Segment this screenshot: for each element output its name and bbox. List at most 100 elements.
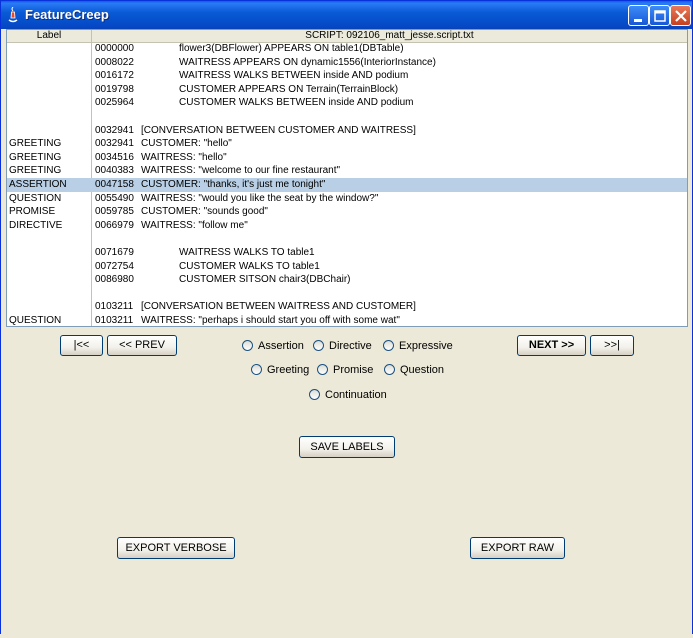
maximize-icon [654, 10, 666, 22]
row-label: PROMISE [9, 206, 56, 218]
row-text: WAITRESS: "perhaps i should start you of… [141, 314, 400, 326]
last-button[interactable]: >>| [590, 335, 634, 356]
radio-dot [313, 340, 324, 351]
table-row[interactable]: 0072754 CUSTOMER WALKS TO table1 [7, 260, 687, 274]
prev-button[interactable]: << PREV [107, 335, 177, 356]
radio-expressive[interactable]: Expressive [383, 338, 453, 354]
export-raw-button[interactable]: EXPORT RAW [470, 537, 565, 559]
table-row[interactable]: 0019798 CUSTOMER APPEARS ON Terrain(Terra… [7, 83, 687, 97]
table-row[interactable]: 0032941 [CONVERSATION BETWEEN CUSTOMER AN… [7, 124, 687, 138]
row-text: CUSTOMER: "sounds good" [141, 206, 268, 218]
row-label: GREETING [9, 165, 62, 177]
table-row[interactable]: ASSERTION 0047158 CUSTOMER: "thanks, it's … [7, 177, 687, 192]
radio-assertion[interactable]: Assertion [242, 338, 304, 354]
row-label: QUESTION [9, 314, 62, 326]
row-timestamp: 0086980 [95, 274, 134, 286]
row-timestamp: 0047158 [95, 178, 134, 190]
row-timestamp: 0025964 [95, 97, 134, 109]
table-row[interactable]: GREETING 0040383 WAITRESS: "welcome to our… [7, 164, 687, 178]
row-timestamp: 0008022 [95, 56, 134, 68]
row-timestamp: 0034516 [95, 151, 134, 163]
radio-greeting[interactable]: Greeting [251, 362, 309, 378]
row-text: WAITRESS: "follow me" [141, 219, 248, 231]
row-timestamp: 0072754 [95, 260, 134, 272]
table-row[interactable]: QUESTION 0055490 WAITRESS: "would you like… [7, 192, 687, 206]
row-text: WAITRESS: "hello" [141, 151, 227, 163]
radio-dot [317, 364, 328, 375]
java-app-icon [6, 6, 20, 23]
radio-promise-label: Promise [333, 364, 374, 376]
radio-directive[interactable]: Directive [313, 338, 372, 354]
close-button[interactable] [670, 5, 691, 26]
row-text: CUSTOMER APPEARS ON Terrain(TerrainBlock… [179, 83, 399, 95]
table-row[interactable]: GREETING 0032941 CUSTOMER: "hello" [7, 137, 687, 151]
table-row[interactable]: 0071679 WAITRESS WALKS TO table1 [7, 246, 687, 260]
row-text: WAITRESS WALKS TO table1 [179, 246, 315, 258]
minimize-button[interactable] [628, 5, 649, 26]
maximize-button[interactable] [649, 5, 670, 26]
radio-directive-label: Directive [329, 340, 372, 352]
radio-question[interactable]: Question [384, 362, 444, 378]
table-row[interactable]: 0025964 CUSTOMER WALKS BETWEEN inside AND… [7, 96, 687, 110]
table-row[interactable]: 0103211 [CONVERSATION BETWEEN WAITRESS AN… [7, 300, 687, 314]
header-script[interactable]: SCRIPT: 092106_matt_jesse.script.txt [92, 30, 687, 42]
radio-continuation[interactable]: Continuation [309, 387, 387, 403]
header-label[interactable]: Label [7, 30, 92, 42]
row-timestamp: 0032941 [95, 138, 134, 150]
table-row[interactable]: 0008022 WAITRESS APPEARS ON dynamic1556(I… [7, 56, 687, 70]
first-button[interactable]: |<< [60, 335, 103, 356]
radio-dot [384, 364, 395, 375]
row-timestamp: 0071679 [95, 246, 134, 258]
row-label: QUESTION [9, 192, 62, 204]
radio-dot [383, 340, 394, 351]
table-body: 0000000 flower3(DBFlower) APPEARS ON tabl… [7, 42, 687, 326]
script-table[interactable]: Label SCRIPT: 092106_matt_jesse.script.t… [6, 29, 688, 327]
title-bar[interactable]: FeatureCreep [1, 1, 692, 29]
bottom-strip [0, 634, 693, 638]
table-row[interactable]: GREETING 0034516 WAITRESS: "hello" [7, 151, 687, 165]
row-text: CUSTOMER SITSON chair3(DBChair) [179, 274, 351, 286]
row-text: [CONVERSATION BETWEEN CUSTOMER AND WAITR… [141, 124, 416, 136]
next-button[interactable]: NEXT >> [517, 335, 586, 356]
radio-promise[interactable]: Promise [317, 362, 373, 378]
radio-continuation-label: Continuation [325, 389, 387, 401]
row-timestamp: 0000000 [95, 43, 134, 54]
row-text: CUSTOMER WALKS BETWEEN inside AND podium [179, 97, 414, 109]
minimize-icon [634, 19, 642, 22]
row-label: GREETING [9, 151, 62, 163]
row-text: WAITRESS: "welcome to our fine restauran… [141, 165, 341, 177]
radio-dot [309, 389, 320, 400]
radio-assertion-label: Assertion [258, 340, 304, 352]
table-row[interactable]: QUESTION 0103211 WAITRESS: "perhaps i shou… [7, 314, 687, 326]
window-title: FeatureCreep [25, 7, 109, 22]
table-row[interactable]: 0086980 CUSTOMER SITSON chair3(DBChair) [7, 273, 687, 287]
row-timestamp: 0103211 [95, 301, 134, 313]
save-labels-button[interactable]: SAVE LABELS [299, 436, 395, 458]
row-text: WAITRESS: "would you like the seat by th… [141, 192, 379, 204]
row-timestamp: 0103211 [95, 314, 134, 326]
row-timestamp: 0016172 [95, 70, 134, 82]
radio-greeting-label: Greeting [267, 364, 310, 376]
table-row[interactable] [7, 287, 687, 301]
row-label: GREETING [9, 138, 62, 150]
table-row[interactable]: 0016172 WAITRESS WALKS BETWEEN inside AND… [7, 69, 687, 83]
row-text: [CONVERSATION BETWEEN WAITRESS AND CUSTO… [141, 301, 416, 313]
row-text: WAITRESS WALKS BETWEEN inside AND podium [179, 70, 409, 82]
radio-question-label: Question [400, 364, 445, 376]
row-timestamp: 0055490 [95, 192, 134, 204]
table-row[interactable]: DIRECTIVE 0066979 WAITRESS: "follow me" [7, 219, 687, 233]
row-timestamp: 0040383 [95, 165, 134, 177]
table-row[interactable] [7, 110, 687, 124]
table-row[interactable]: 0000000 flower3(DBFlower) APPEARS ON tabl… [7, 42, 687, 56]
table-row[interactable]: PROMISE 0059785 CUSTOMER: "sounds good" [7, 205, 687, 219]
export-verbose-button[interactable]: EXPORT VERBOSE [117, 537, 235, 559]
row-timestamp: 0066979 [95, 219, 134, 231]
radio-dot [242, 340, 253, 351]
radio-dot [251, 364, 262, 375]
row-text: WAITRESS APPEARS ON dynamic1556(Interior… [179, 56, 436, 68]
row-label: ASSERTION [9, 178, 67, 190]
table-row[interactable] [7, 232, 687, 246]
radio-expressive-label: Expressive [399, 340, 453, 352]
row-timestamp: 0032941 [95, 124, 134, 136]
row-text: CUSTOMER: "thanks, it's just me tonight" [141, 178, 326, 190]
